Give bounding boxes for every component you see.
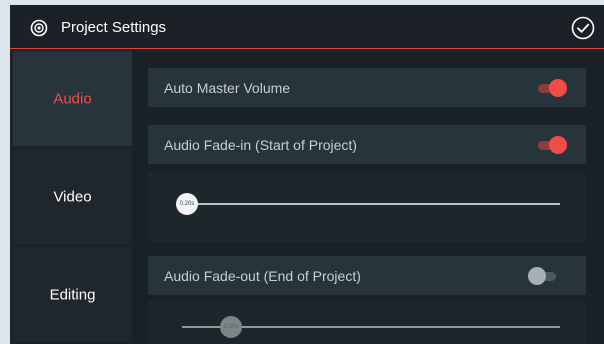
sidebar-item-label: Audio [53, 90, 92, 107]
fade-in-slider-thumb[interactable]: 0.20s [176, 193, 198, 215]
fade-in-row: Audio Fade-in (Start of Project) [148, 125, 586, 164]
sidebar-item-label: Editing [49, 286, 96, 303]
fade-out-label: Audio Fade-out (End of Project) [164, 268, 361, 284]
settings-sidebar: Audio Video Editing [13, 51, 132, 344]
sidebar-item-video[interactable]: Video [13, 149, 132, 244]
fade-in-slider-track[interactable] [182, 203, 560, 205]
audio-settings-panel: Auto Master Volume Audio Fade-in (Start … [132, 51, 604, 344]
title-bar: Project Settings [10, 5, 604, 49]
auto-master-volume-row: Auto Master Volume [148, 68, 586, 107]
auto-master-volume-label: Auto Master Volume [164, 80, 291, 96]
page-title: Project Settings [61, 19, 167, 36]
fade-in-label: Audio Fade-in (Start of Project) [164, 137, 357, 153]
toggle-knob [528, 267, 546, 285]
fade-in-slider-panel: 0.20s [148, 172, 586, 242]
settings-ring-icon [30, 19, 48, 37]
toggle-knob [549, 136, 567, 154]
fade-in-toggle[interactable] [534, 135, 568, 155]
fade-out-toggle[interactable] [528, 266, 562, 286]
toggle-knob [549, 79, 567, 97]
project-settings-window: Project Settings Audio Video Editing Aut… [10, 5, 604, 344]
check-circle-icon[interactable] [571, 16, 595, 40]
sidebar-item-editing[interactable]: Editing [13, 247, 132, 342]
auto-master-volume-toggle[interactable] [534, 78, 568, 98]
fade-out-slider-thumb[interactable]: 2.00s [220, 316, 242, 338]
sidebar-item-label: Video [53, 188, 92, 205]
sidebar-item-audio[interactable]: Audio [13, 51, 132, 146]
fade-out-row: Audio Fade-out (End of Project) [148, 256, 586, 295]
fade-out-slider-panel: 2.00s [148, 301, 586, 344]
